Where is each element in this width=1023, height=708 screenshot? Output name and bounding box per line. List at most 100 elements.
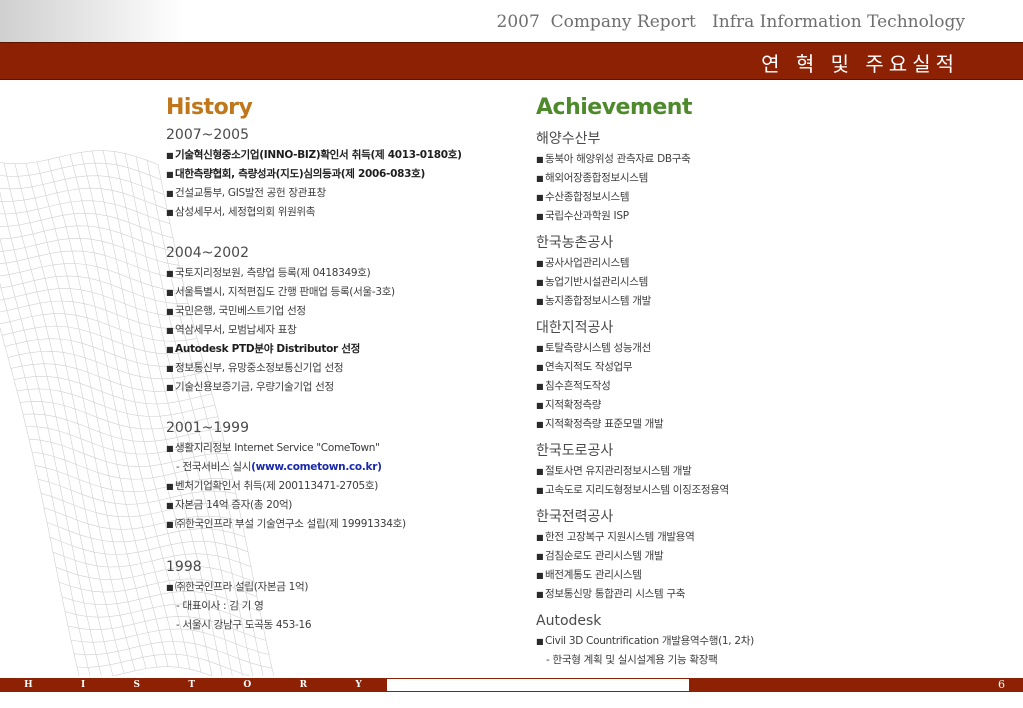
list-item: ■ 생활지리정보 Internet Service "ComeTown": [166, 439, 526, 458]
history-period: 2004~2002 ■ 국토지리정보원, 측량업 등록(제 0418349호) ■…: [166, 242, 526, 397]
org-section: Autodesk ■ Civil 3D Countrification 개발용역수…: [536, 610, 866, 670]
list-item: ■ 정보통신부, 유망중소정보통신기업 선정: [166, 359, 526, 378]
square-bullet-icon: ■: [536, 193, 544, 202]
item-text: 검침순로도 관리시스템 개발: [545, 550, 664, 562]
item-text: 공사사업관리시스템: [545, 257, 630, 269]
list-item: ■ ㈜한국인프라 설립(자본금 1억): [166, 578, 526, 597]
square-bullet-icon: ■: [166, 208, 174, 217]
footer-letter: Y: [355, 680, 362, 690]
square-bullet-icon: ■: [166, 170, 174, 179]
list-item: ■ 지적확정측량: [536, 396, 866, 415]
item-text: - 전국서비스 실시: [176, 461, 252, 473]
square-bullet-icon: ■: [166, 269, 174, 278]
list-item: ■ 대한측량협회, 측량성과(지도)심의등과(제 2006-083호): [166, 165, 526, 184]
item-text: 자본금 14억 증자(총 20억): [175, 499, 293, 511]
list-item: ■ 농지종합정보시스템 개발: [536, 292, 866, 311]
square-bullet-icon: ■: [536, 155, 544, 164]
history-period: 1998 ■ ㈜한국인프라 설립(자본금 1억) - 대표이사 : 김 기 영 -…: [166, 556, 526, 635]
footer-page-block: 6: [690, 678, 1023, 692]
item-text: 침수흔적도작성: [545, 380, 611, 392]
square-bullet-icon: ■: [536, 278, 544, 287]
footer-letter: O: [243, 680, 252, 690]
org-name: 한국도로공사: [536, 443, 614, 459]
list-item: ■ 농업기반시설관리시스템: [536, 273, 866, 292]
square-bullet-icon: ■: [536, 533, 544, 542]
item-text: 지적확정측량 표준모델 개발: [545, 418, 664, 430]
square-bullet-icon: ■: [536, 382, 544, 391]
list-item: ■ 역삼세무서, 모범납세자 표창: [166, 321, 526, 340]
list-item: ■ 국토지리정보원, 측량업 등록(제 0418349호): [166, 264, 526, 283]
item-text: 농업기반시설관리시스템: [545, 276, 648, 288]
item-text: - 한국형 계획 및 실시설계용 기능 확장팩: [546, 654, 718, 666]
list-item: ■ 서울특별시, 지적편집도 간행 판매업 등록(서울-3호): [166, 283, 526, 302]
list-item: ■ 배전계통도 관리시스템: [536, 566, 866, 585]
list-item: ■ 한전 고장복구 지원시스템 개발용역: [536, 528, 866, 547]
list-item: ■ 국립수산과학원 ISP: [536, 207, 866, 226]
item-text: 해외어장종합정보시스템: [545, 172, 648, 184]
square-bullet-icon: ■: [536, 363, 544, 372]
square-bullet-icon: ■: [536, 420, 544, 429]
item-text: 삼성세무서, 세정협의회 위원위촉: [175, 206, 316, 218]
item-text: 고속도로 지리도형정보시스템 이징조정용역: [545, 484, 729, 496]
list-item: ■ 국민은행, 국민베스트기업 선정: [166, 302, 526, 321]
section-title-bar: 연 혁 및 주요실적: [0, 42, 1023, 80]
report-header: 2007 Company Report Infra Information Te…: [0, 0, 1023, 42]
history-period: 2001~1999 ■ 생활지리정보 Internet Service "Come…: [166, 417, 526, 534]
square-bullet-icon: ■: [536, 212, 544, 221]
square-bullet-icon: ■: [166, 520, 174, 529]
item-text: 정보통신부, 유망중소정보통신기업 선정: [175, 362, 344, 374]
list-item: ■ 건설교통부, GIS발전 공헌 장관표창: [166, 184, 526, 203]
history-heading: History: [166, 95, 253, 120]
list-item: ■ Civil 3D Countrification 개발용역수행(1, 2차): [536, 632, 866, 651]
item-text: 국토지리정보원, 측량업 등록(제 0418349호): [175, 267, 371, 279]
square-bullet-icon: ■: [166, 482, 174, 491]
item-text: 생활지리정보 Internet Service "ComeTown": [175, 442, 380, 454]
org-name: 대한지적공사: [536, 320, 614, 336]
footer-letter: T: [188, 680, 196, 690]
list-item: ■ 기술혁신형중소기업(INNO-BIZ)확인서 취득(제 4013-0180호): [166, 146, 526, 165]
org-section: 한국전력공사 ■ 한전 고장복구 지원시스템 개발용역 ■ 검침순로도 관리시스템 …: [536, 506, 866, 604]
square-bullet-icon: ■: [166, 326, 174, 335]
org-name: 한국농촌공사: [536, 235, 614, 251]
list-item: ■ 자본금 14억 증자(총 20억): [166, 496, 526, 515]
footer-letter: R: [299, 680, 308, 690]
item-text: Autodesk PTD분야 Distributor 선정: [175, 343, 360, 355]
website-link[interactable]: (www.cometown.co.kr): [251, 461, 382, 473]
item-text: 농지종합정보시스템 개발: [545, 295, 651, 307]
square-bullet-icon: ■: [536, 552, 544, 561]
list-item: ■ ㈜한국인프라 부설 기술연구소 설립(제 19991334호): [166, 515, 526, 534]
square-bullet-icon: ■: [166, 444, 174, 453]
list-item: ■ 삼성세무서, 세정협의회 위원위촉: [166, 203, 526, 222]
item-text: 건설교통부, GIS발전 공헌 장관표창: [175, 187, 326, 199]
org-name: 해양수산부: [536, 131, 601, 147]
square-bullet-icon: ■: [166, 151, 174, 160]
square-bullet-icon: ■: [536, 297, 544, 306]
square-bullet-icon: ■: [166, 383, 174, 392]
item-text: 토탈측량시스템 성능개선: [545, 342, 651, 354]
item-text: 국민은행, 국민베스트기업 선정: [175, 305, 306, 317]
square-bullet-icon: ■: [536, 590, 544, 599]
square-bullet-icon: ■: [166, 307, 174, 316]
footer-bar: H I S T O R Y 6: [0, 678, 1023, 692]
list-item: ■ 고속도로 지리도형정보시스템 이징조정용역: [536, 481, 866, 500]
page-number: 6: [998, 678, 1005, 691]
org-section: 해양수산부 ■ 동북아 해양위성 관측자료 DB구축 ■ 해외어장종합정보시스템 ■…: [536, 128, 866, 226]
list-item: ■ 공사사업관리시스템: [536, 254, 866, 273]
item-text: 대한측량협회, 측량성과(지도)심의등과(제 2006-083호): [175, 168, 425, 180]
list-item: - 대표이사 : 김 기 영: [166, 597, 526, 616]
history-column: History 2007~2005 ■ 기술혁신형중소기업(INNO-BIZ)확인…: [166, 94, 526, 635]
footer-letter: I: [81, 680, 86, 690]
list-item: ■ 검침순로도 관리시스템 개발: [536, 547, 866, 566]
item-text: ㈜한국인프라 설립(자본금 1억): [175, 581, 309, 593]
list-item: ■ 기술신용보증기금, 우량기술기업 선정: [166, 378, 526, 397]
list-item: ■ 지적확정측량 표준모델 개발: [536, 415, 866, 434]
list-item: ■ 토탈측량시스템 성능개선: [536, 339, 866, 358]
org-section: 대한지적공사 ■ 토탈측량시스템 성능개선 ■ 연속지적도 작성업무 ■ 침수흔적도작…: [536, 317, 866, 434]
item-text: 국립수산과학원 ISP: [545, 210, 629, 222]
square-bullet-icon: ■: [536, 637, 544, 646]
item-text: 지적확정측량: [545, 399, 602, 411]
history-period: 2007~2005 ■ 기술혁신형중소기업(INNO-BIZ)확인서 취득(제 4…: [166, 124, 526, 222]
list-item: ■ Autodesk PTD분야 Distributor 선정: [166, 340, 526, 359]
item-text: - 대표이사 : 김 기 영: [176, 600, 264, 612]
square-bullet-icon: ■: [536, 259, 544, 268]
